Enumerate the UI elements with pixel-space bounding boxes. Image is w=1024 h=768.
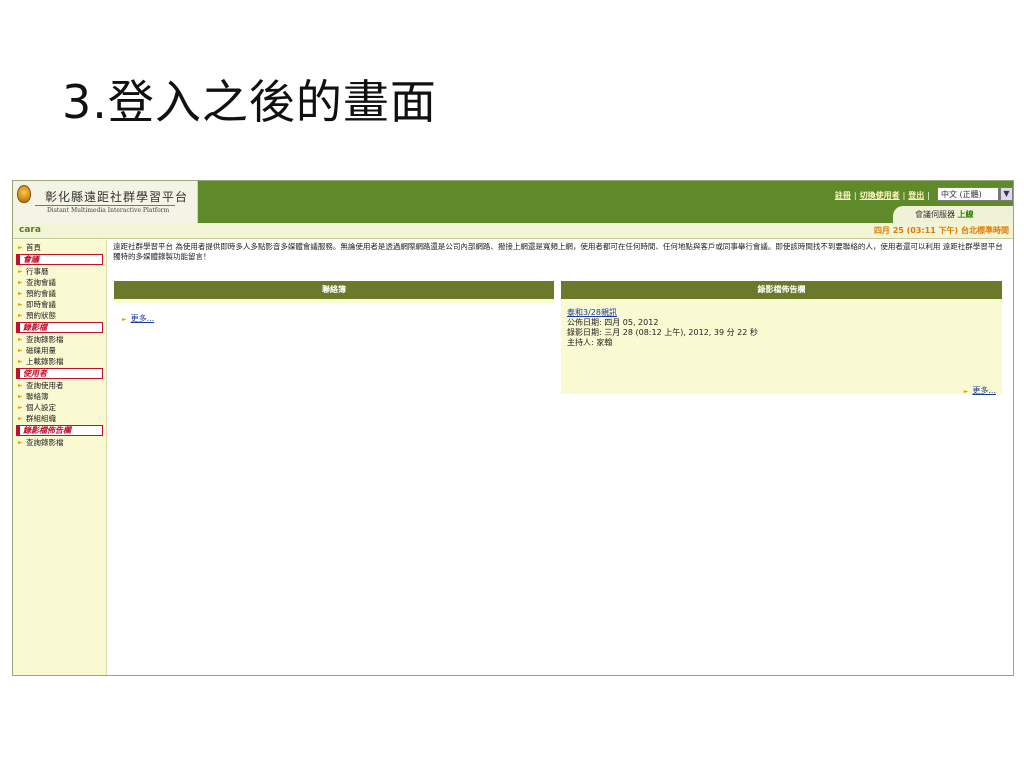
- language-select[interactable]: 中文 (正體): [937, 187, 999, 201]
- sidebar-item-search-meeting[interactable]: ► 查詢會議: [13, 277, 106, 288]
- arrow-right-icon: ►: [18, 268, 23, 275]
- arrow-right-icon: ►: [18, 439, 23, 446]
- sidebar-item-label: 磁碟用量: [26, 346, 56, 355]
- switch-user-link[interactable]: 切換使用者: [860, 191, 900, 200]
- arrow-right-icon: ►: [18, 336, 23, 343]
- sidebar-item-label: 預約會議: [26, 289, 56, 298]
- server-status: 會議伺服器 上線: [893, 206, 1013, 223]
- section-recording-board: 錄影檔佈告欄: [16, 425, 103, 436]
- arrow-right-icon: ►: [18, 404, 23, 411]
- arrow-right-icon: ►: [18, 312, 23, 319]
- sidebar: ► 首頁 會議 ► 行事曆 ► 查詢會議 ► 預約會議 ► 即時會議 ► 預約狀態 錄影檔 …: [13, 240, 107, 675]
- user-bar: cara 四月 25 (03:11 下午) 台北標準時間: [13, 223, 1013, 239]
- sidebar-item-contacts[interactable]: ► 聯絡簿: [13, 391, 106, 402]
- arrow-right-icon: ►: [18, 301, 23, 308]
- sidebar-item-instant-meeting[interactable]: ► 即時會議: [13, 299, 106, 310]
- sidebar-item-label: 行事曆: [26, 267, 49, 276]
- sidebar-item-booking-status[interactable]: ► 預約狀態: [13, 310, 106, 321]
- section-title: 錄影檔: [23, 323, 47, 332]
- sidebar-item-personal-settings[interactable]: ► 個人設定: [13, 402, 106, 413]
- brand[interactable]: 彰化縣遠距社群學習平台 Distant Multimedia Interacti…: [13, 181, 198, 223]
- sidebar-item-label: 查詢錄影檔: [26, 335, 64, 344]
- sidebar-item-home[interactable]: ► 首頁: [13, 242, 106, 253]
- sidebar-item-label: 查詢使用者: [26, 381, 64, 390]
- arrow-right-icon: ►: [18, 393, 23, 400]
- main-content: 遠距社群學習平台 為使用者提供即時多人多點影音多媒體會議服務。無論使用者是透過網…: [110, 240, 1013, 675]
- recording-title-link[interactable]: 泰和3/28親訊: [567, 308, 758, 318]
- username: cara: [19, 225, 41, 235]
- recordings-panel-title: 錄影檔佈告欄: [561, 281, 1002, 299]
- sidebar-item-label: 預約狀態: [26, 311, 56, 320]
- header: 彰化縣遠距社群學習平台 Distant Multimedia Interacti…: [13, 181, 1013, 223]
- app-window: 彰化縣遠距社群學習平台 Distant Multimedia Interacti…: [12, 180, 1014, 676]
- sidebar-item-label: 群組組織: [26, 414, 56, 423]
- top-links: 註冊 | 切換使用者 | 登出 |: [834, 191, 930, 200]
- intro-text: 遠距社群學習平台 為使用者提供即時多人多點影音多媒體會議服務。無論使用者是透過網…: [113, 242, 1003, 261]
- section-title: 使用者: [23, 369, 47, 378]
- sidebar-item-upload-recording[interactable]: ► 上載錄影檔: [13, 356, 106, 367]
- arrow-right-icon: ►: [18, 279, 23, 286]
- sidebar-item-search-user[interactable]: ► 查詢使用者: [13, 380, 106, 391]
- brand-divider: [35, 205, 175, 206]
- contacts-panel-title: 聯絡簿: [114, 281, 554, 299]
- section-recordings: 錄影檔: [16, 322, 103, 333]
- current-datetime: 四月 25 (03:11 下午) 台北標準時間: [873, 226, 1009, 235]
- sidebar-item-label: 個人設定: [26, 403, 56, 412]
- brand-name: 彰化縣遠距社群學習平台: [45, 190, 189, 204]
- sidebar-item-label: 查詢會議: [26, 278, 56, 287]
- contacts-more-link[interactable]: 更多...: [131, 314, 155, 323]
- recording-entry: 泰和3/28親訊 公佈日期: 四月 05, 2012 錄影日期: 三月 28 (…: [567, 308, 758, 348]
- arrow-right-icon: ►: [122, 316, 127, 323]
- slide-title: 3.登入之後的畫面: [62, 75, 437, 129]
- chevron-down-icon[interactable]: ▼: [1000, 187, 1013, 201]
- sidebar-item-label: 上載錄影檔: [26, 357, 64, 366]
- sidebar-item-label: 即時會議: [26, 300, 56, 309]
- section-title: 錄影檔佈告欄: [23, 426, 71, 435]
- sidebar-item-label: 首頁: [26, 243, 41, 252]
- sidebar-item-search-board-recording[interactable]: ► 查詢錄影檔: [13, 437, 106, 448]
- server-online-badge: 上線: [957, 210, 974, 219]
- section-users: 使用者: [16, 368, 103, 379]
- recordings-more[interactable]: ► 更多...: [964, 378, 996, 397]
- brand-subtitle: Distant Multimedia Interactive Platform: [47, 207, 170, 214]
- contacts-more[interactable]: ► 更多...: [122, 306, 154, 325]
- arrow-right-icon: ►: [18, 415, 23, 422]
- arrow-right-icon: ►: [18, 358, 23, 365]
- arrow-right-icon: ►: [18, 290, 23, 297]
- recording-date: 錄影日期: 三月 28 (08:12 上午), 2012, 39 分 22 秒: [567, 328, 758, 337]
- sidebar-item-search-recording[interactable]: ► 查詢錄影檔: [13, 334, 106, 345]
- section-meeting: 會議: [16, 254, 103, 265]
- recording-host: 主持人: 家翰: [567, 338, 613, 347]
- server-label: 會議伺服器: [915, 210, 955, 219]
- arrow-right-icon: ►: [18, 347, 23, 354]
- register-link[interactable]: 註冊: [835, 191, 851, 200]
- emblem-icon: [17, 185, 31, 203]
- sidebar-item-label: 查詢錄影檔: [26, 438, 64, 447]
- section-title: 會議: [23, 255, 39, 264]
- recording-published-date: 公佈日期: 四月 05, 2012: [567, 318, 659, 327]
- sidebar-item-book-meeting[interactable]: ► 預約會議: [13, 288, 106, 299]
- arrow-right-icon: ►: [963, 388, 969, 395]
- recordings-panel: 錄影檔佈告欄 泰和3/28親訊 公佈日期: 四月 05, 2012 錄影日期: …: [561, 281, 1002, 397]
- arrow-right-icon: ►: [18, 244, 23, 251]
- sidebar-item-label: 聯絡簿: [26, 392, 49, 401]
- sidebar-item-groups[interactable]: ► 群組組織: [13, 413, 106, 424]
- sidebar-item-disk-usage[interactable]: ► 磁碟用量: [13, 345, 106, 356]
- sidebar-item-calendar[interactable]: ► 行事曆: [13, 266, 106, 277]
- contacts-panel: 聯絡簿 ► 更多...: [114, 281, 554, 323]
- recordings-more-link[interactable]: 更多...: [972, 386, 996, 395]
- arrow-right-icon: ►: [18, 382, 23, 389]
- logout-link[interactable]: 登出: [908, 191, 924, 200]
